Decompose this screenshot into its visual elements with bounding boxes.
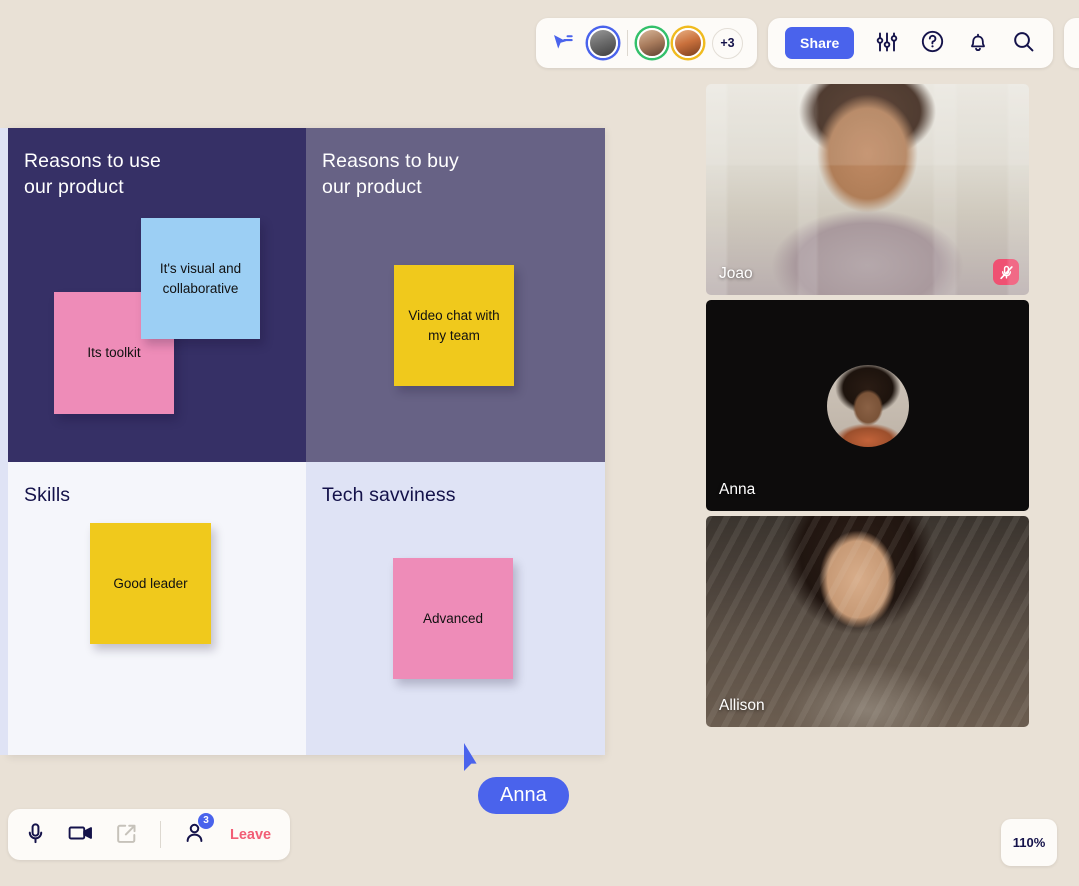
microphone-off-icon <box>993 259 1019 285</box>
quadrant-title: Skills <box>24 482 306 508</box>
share-screen-icon <box>114 821 139 849</box>
sticky-note[interactable]: Good leader <box>90 523 211 644</box>
quadrant-title: Tech savviness <box>322 482 605 508</box>
quadrant-title-line-2: our product <box>322 176 422 198</box>
bell-icon <box>966 30 990 57</box>
quadrant-title-line-2: our product <box>24 176 124 198</box>
notes-panel-button[interactable] <box>1064 18 1079 68</box>
quadrant-reasons-to-use[interactable]: Reasons to use our product Its toolkit I… <box>8 128 306 462</box>
settings-button[interactable] <box>875 30 899 57</box>
quadrant-title: Reasons to buy our product <box>322 148 605 200</box>
microphone-icon <box>23 821 48 849</box>
participants-button[interactable]: 3 <box>182 812 214 850</box>
help-button[interactable] <box>920 29 945 57</box>
sticky-note[interactable]: It's visual and collaborative <box>141 218 260 339</box>
zoom-level-control[interactable]: 110% <box>1001 819 1057 866</box>
participant-name: Allison <box>719 697 765 714</box>
sticky-note[interactable]: Advanced <box>393 558 513 679</box>
video-tile-anna[interactable]: Anna <box>706 300 1029 511</box>
participants-count-badge: 3 <box>198 812 214 829</box>
participant-name: Anna <box>719 481 756 498</box>
collaborators-overflow-badge[interactable]: +3 <box>712 27 743 59</box>
video-tile-allison[interactable]: Allison <box>706 516 1029 727</box>
camera-button[interactable] <box>67 819 95 850</box>
quadrant-title-line-1: Reasons to use <box>24 150 161 172</box>
leave-button[interactable]: Leave <box>226 827 275 843</box>
cursor-pointer-icon[interactable] <box>550 30 576 56</box>
top-toolbar: +3 Share <box>536 18 1079 68</box>
collaborator-avatar-2[interactable] <box>637 28 667 58</box>
participant-name: Joao <box>719 265 753 282</box>
video-rail: Joao Anna Allison <box>706 84 1029 727</box>
notifications-button[interactable] <box>966 30 990 57</box>
quadrant-title-line-1: Skills <box>24 484 71 506</box>
video-tile-joao[interactable]: Joao <box>706 84 1029 295</box>
share-screen-button[interactable] <box>114 821 139 849</box>
sliders-icon <box>875 30 899 57</box>
call-controls-toolbar: 3 Leave <box>8 809 291 860</box>
collaborator-avatar-3[interactable] <box>673 28 703 58</box>
actions-card: Share <box>768 18 1054 68</box>
quadrant-title-line-1: Tech savviness <box>322 484 456 506</box>
quadrant-skills[interactable]: Skills Good leader <box>8 462 306 755</box>
search-icon <box>1011 29 1036 57</box>
whiteboard-canvas[interactable]: Reasons to use our product Its toolkit I… <box>0 128 605 755</box>
remote-cursor-label: Anna <box>478 777 569 814</box>
quadrant-title: Reasons to use our product <box>24 148 306 200</box>
collaborators-card: +3 <box>536 18 757 68</box>
quadrant-reasons-to-buy[interactable]: Reasons to buy our product Video chat wi… <box>306 128 605 462</box>
sticky-note[interactable]: Video chat with my team <box>394 265 514 386</box>
divider <box>160 821 161 848</box>
question-circle-icon <box>920 29 945 57</box>
microphone-button[interactable] <box>23 821 48 849</box>
share-button[interactable]: Share <box>785 27 855 59</box>
avatar <box>826 364 909 447</box>
collaborator-avatar-1[interactable] <box>588 28 618 58</box>
video-camera-icon <box>67 819 95 850</box>
divider <box>627 30 628 56</box>
search-button[interactable] <box>1011 29 1036 57</box>
cursor-arrow-icon <box>460 743 490 781</box>
quadrant-title-line-1: Reasons to buy <box>322 150 459 172</box>
quadrant-tech-savviness[interactable]: Tech savviness Advanced <box>306 462 605 755</box>
